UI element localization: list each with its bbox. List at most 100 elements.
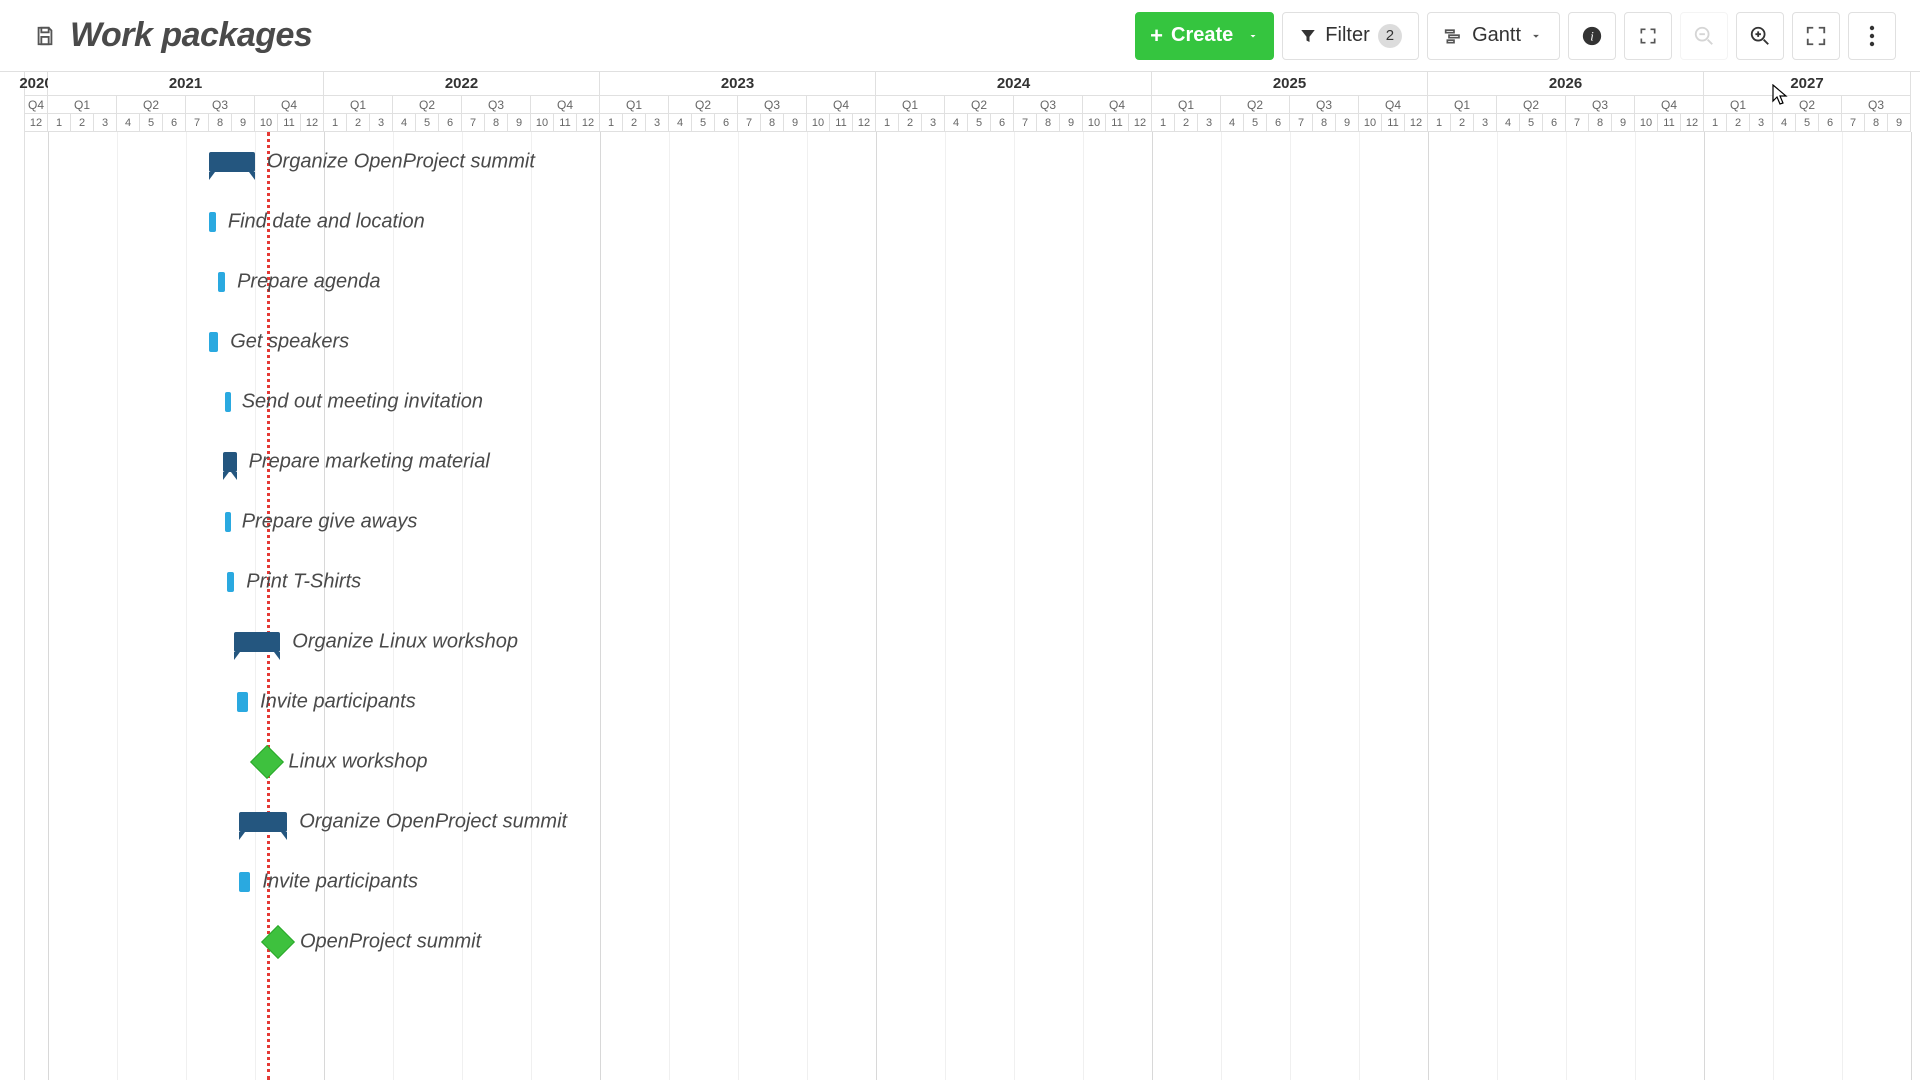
month-cell: 9 [784,114,807,132]
month-cell: 11 [1382,114,1405,132]
month-cell: 9 [1060,114,1083,132]
quarter-cell: Q4 [1359,96,1428,114]
task-bar[interactable] [209,332,218,352]
month-cell: 12 [1405,114,1428,132]
quarter-cell: Q4 [25,96,48,114]
task-bar[interactable] [209,212,216,232]
task-label: Get speakers [230,331,349,354]
month-cell: 8 [209,114,232,132]
month-cell: 5 [1520,114,1543,132]
toolbar: Work packages + Create Filter 2 Gantt i [0,0,1920,72]
task-row[interactable]: Prepare give aways [25,492,1920,552]
month-cell: 12 [1129,114,1152,132]
task-bar[interactable] [225,512,231,532]
filter-button[interactable]: Filter 2 [1282,12,1419,60]
task-row[interactable]: Organize OpenProject summit [25,792,1920,852]
task-row[interactable]: Linux workshop [25,732,1920,792]
month-cell: 11 [1106,114,1129,132]
summary-bar[interactable] [239,812,287,832]
month-cell: 1 [1152,114,1175,132]
timeline-header: 20202021202220232024202520262027 Q4Q1Q2Q… [25,72,1920,132]
month-cell: 3 [1198,114,1221,132]
month-cell: 1 [876,114,899,132]
zoom-fit-button[interactable] [1792,12,1840,60]
month-cell: 5 [1796,114,1819,132]
month-cell: 2 [1727,114,1750,132]
month-cell: 2 [1451,114,1474,132]
more-menu-button[interactable] [1848,12,1896,60]
task-row[interactable]: Send out meeting invitation [25,372,1920,432]
summary-bar[interactable] [234,632,280,652]
gantt-body[interactable]: Organize OpenProject summit Find date and… [25,132,1920,1080]
task-row[interactable]: Invite participants [25,852,1920,912]
zoom-in-button[interactable] [1736,12,1784,60]
task-bar[interactable] [218,272,225,292]
gantt-label: Gantt [1472,24,1521,47]
gantt-view-button[interactable]: Gantt [1427,12,1560,60]
task-label: Organize Linux workshop [292,631,518,654]
milestone-marker[interactable] [250,745,284,779]
create-button[interactable]: + Create [1135,12,1274,60]
month-cell: 2 [71,114,94,132]
month-cell: 6 [1819,114,1842,132]
month-cell: 9 [232,114,255,132]
month-cell: 5 [692,114,715,132]
quarter-cell: Q4 [531,96,600,114]
summary-bar[interactable] [223,452,237,472]
task-label: OpenProject summit [300,931,481,954]
task-row[interactable]: Organize OpenProject summit [25,132,1920,192]
month-cell: 5 [1244,114,1267,132]
summary-bar[interactable] [209,152,255,172]
year-cell: 2021 [48,72,324,96]
month-cell: 6 [715,114,738,132]
gantt-chart[interactable]: 20202021202220232024202520262027 Q4Q1Q2Q… [24,72,1920,1080]
month-cell: 7 [1290,114,1313,132]
month-cell: 12 [853,114,876,132]
task-bar[interactable] [237,692,249,712]
task-row[interactable]: OpenProject summit [25,912,1920,972]
zoom-out-button[interactable] [1680,12,1728,60]
task-label: Prepare agenda [237,271,380,294]
month-cell: 6 [991,114,1014,132]
task-row[interactable]: Invite participants [25,672,1920,732]
month-cell: 7 [462,114,485,132]
save-icon[interactable] [34,25,56,47]
task-row[interactable]: Organize Linux workshop [25,612,1920,672]
month-cell: 8 [485,114,508,132]
quarter-cell: Q1 [1704,96,1773,114]
year-cell: 2025 [1152,72,1428,96]
month-cell: 4 [393,114,416,132]
month-cell: 3 [1474,114,1497,132]
month-cell: 1 [1704,114,1727,132]
month-cell: 4 [117,114,140,132]
month-cell: 8 [1037,114,1060,132]
plus-icon: + [1150,25,1163,47]
task-bar[interactable] [227,572,234,592]
task-row[interactable]: Prepare agenda [25,252,1920,312]
task-label: Find date and location [228,211,425,234]
chevron-down-icon [1529,29,1543,43]
task-bar[interactable] [225,392,231,412]
month-cell: 1 [48,114,71,132]
month-cell: 6 [1543,114,1566,132]
year-cell: 2023 [600,72,876,96]
month-cell: 4 [1773,114,1796,132]
month-cell: 3 [646,114,669,132]
year-cell: 2026 [1428,72,1704,96]
milestone-marker[interactable] [261,925,295,959]
task-label: Organize OpenProject summit [267,151,535,174]
month-cell: 3 [1750,114,1773,132]
mouse-cursor [1772,84,1790,108]
month-cell: 9 [1888,114,1911,132]
task-row[interactable]: Get speakers [25,312,1920,372]
task-row[interactable]: Prepare marketing material [25,432,1920,492]
info-button[interactable]: i [1568,12,1616,60]
task-bar[interactable] [239,872,251,892]
zoom-out-icon [1693,25,1715,47]
fullscreen-button[interactable] [1624,12,1672,60]
task-row[interactable]: Find date and location [25,192,1920,252]
quarter-cell: Q3 [462,96,531,114]
task-row[interactable]: Print T-Shirts [25,552,1920,612]
month-cell: 8 [1589,114,1612,132]
month-cell: 12 [577,114,600,132]
